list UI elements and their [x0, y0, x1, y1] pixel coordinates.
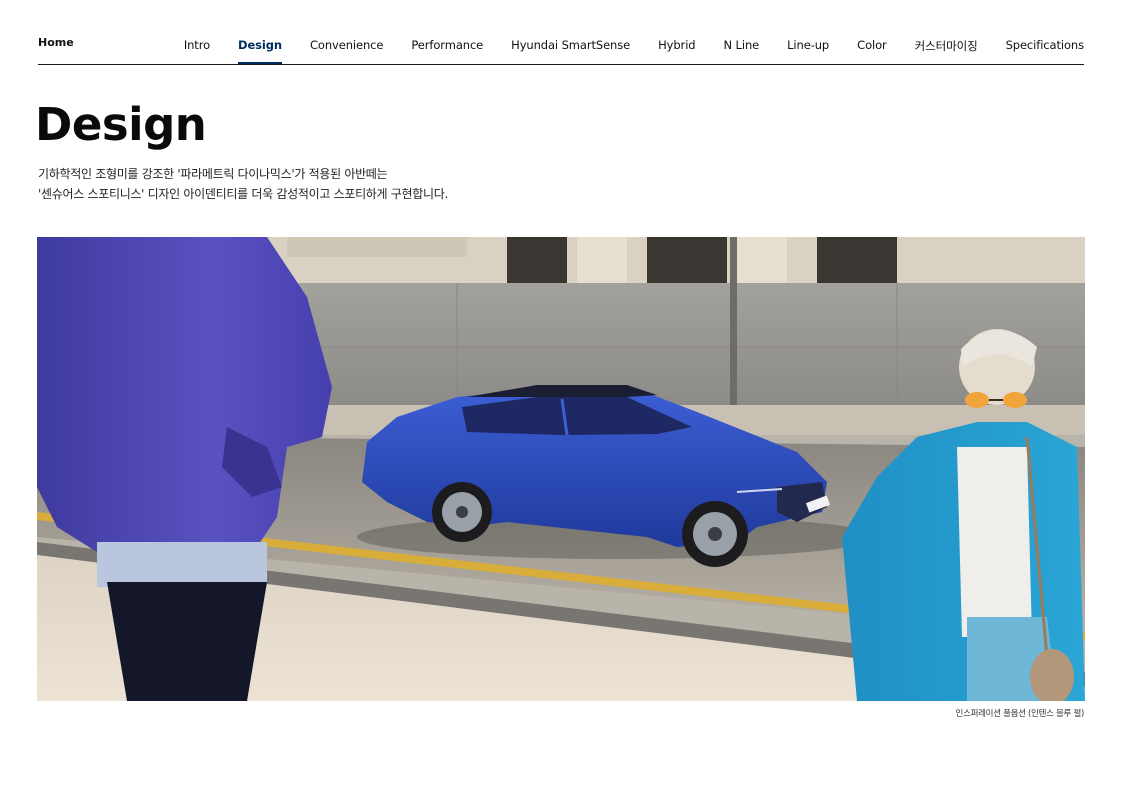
top-navigation: Home Intro Design Convenience Performanc…: [38, 30, 1084, 65]
hero-scene: [37, 237, 1085, 701]
tab-convenience[interactable]: Convenience: [310, 38, 383, 64]
tab-hyundai-smartsense[interactable]: Hyundai SmartSense: [511, 38, 630, 64]
image-caption: 인스퍼레이션 풀옵션 (인텐스 블루 펄): [955, 709, 1085, 719]
page-title: Design: [35, 98, 207, 151]
tab-design[interactable]: Design: [238, 38, 282, 64]
tab-n-line[interactable]: N Line: [724, 38, 760, 64]
description-line-1: 기하학적인 조형미를 강조한 '파라메트릭 다이나믹스'가 적용된 아반떼는: [38, 167, 388, 181]
tab-color[interactable]: Color: [857, 38, 887, 64]
section-tabs: Intro Design Convenience Performance Hyu…: [184, 38, 1084, 64]
tab-hybrid[interactable]: Hybrid: [658, 38, 695, 64]
tab-customizing[interactable]: 커스터마이징: [915, 38, 978, 64]
tab-intro[interactable]: Intro: [184, 38, 210, 64]
hero-image: [37, 237, 1085, 701]
tab-performance[interactable]: Performance: [411, 38, 483, 64]
tab-line-up[interactable]: Line-up: [787, 38, 829, 64]
page-description: 기하학적인 조형미를 강조한 '파라메트릭 다이나믹스'가 적용된 아반떼는 '…: [38, 164, 448, 204]
home-link[interactable]: Home: [38, 36, 74, 49]
lamp-pole: [730, 237, 737, 432]
tab-specifications[interactable]: Specifications: [1006, 38, 1085, 64]
description-line-2: '센슈어스 스포티니스' 디자인 아이덴티티를 더욱 감성적이고 스포티하게 구…: [38, 187, 449, 201]
